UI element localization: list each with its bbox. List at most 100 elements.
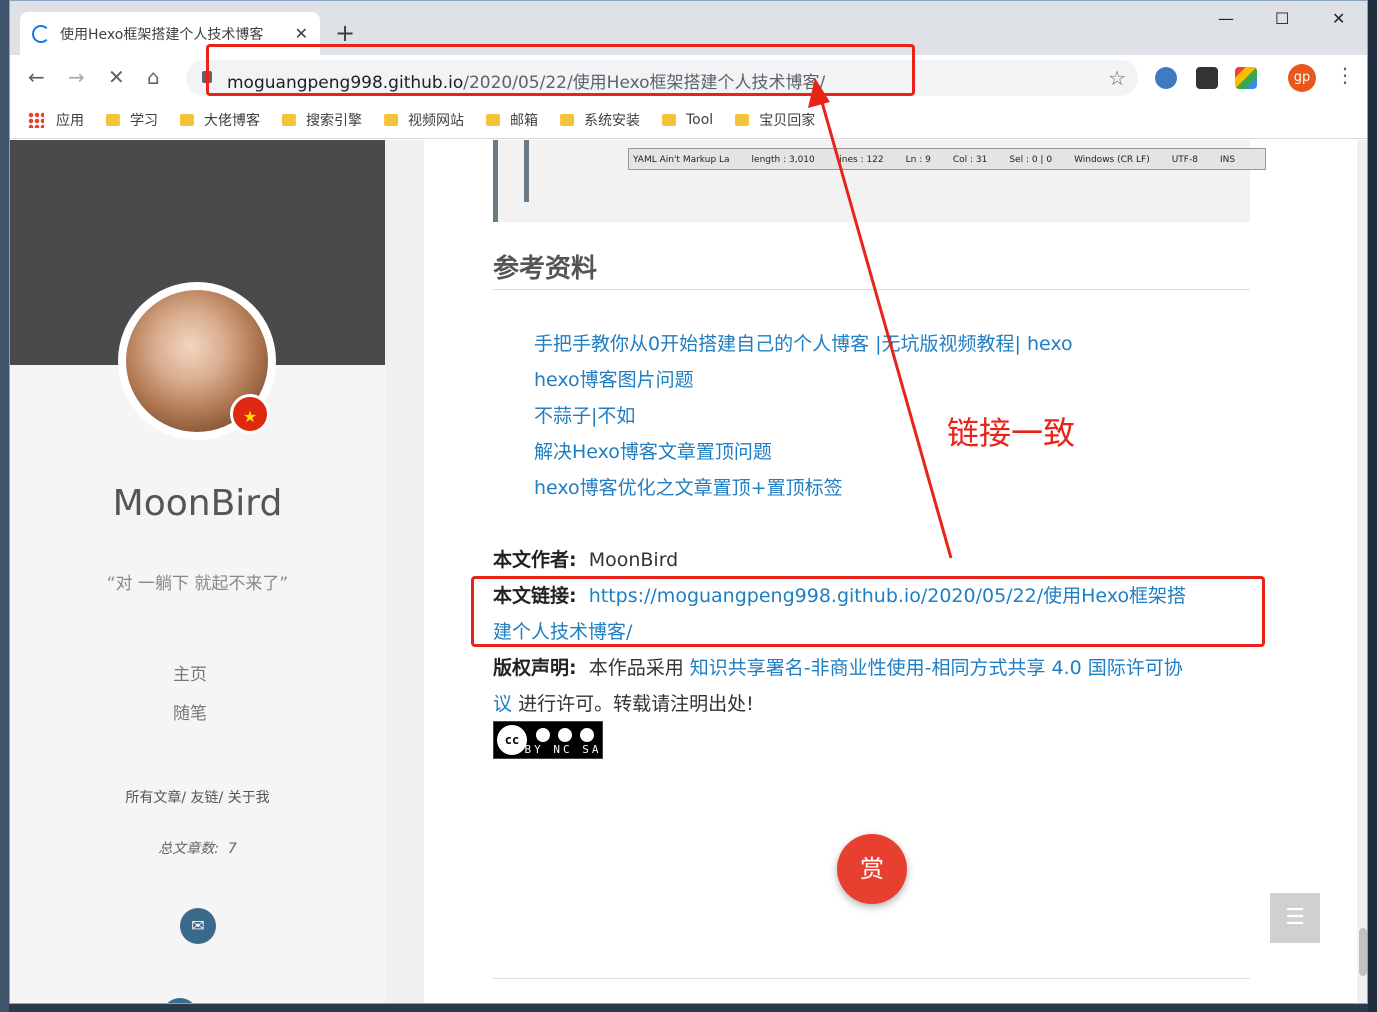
sidebar-links[interactable]: 所有文章/ 友链/ 关于我 (10, 787, 385, 807)
status-doc-type: YAML Ain't Markup La (633, 155, 730, 165)
status-length: length : 3,010 (751, 155, 815, 165)
annotation-box-url (206, 44, 915, 96)
bookmark-folder[interactable]: 宝贝回家 (735, 110, 815, 130)
bookmark-folder[interactable]: 学习 (106, 110, 158, 130)
license-link-continued[interactable]: 议 (493, 693, 512, 715)
folder-icon (662, 113, 676, 126)
bookmark-folder[interactable]: 大佬博客 (180, 110, 260, 130)
browser-window: 使用Hexo框架搭建个人技术博客 ✕ + — ☐ ✕ ← → ✕ ⌂ mogua… (9, 0, 1368, 1004)
bookmark-apps[interactable]: 应用 (28, 110, 84, 130)
email-icon[interactable]: ✉ (180, 908, 216, 944)
status-encoding: UTF-8 (1171, 155, 1198, 165)
bookmark-label: 搜索引擎 (306, 112, 362, 129)
copyright-label: 版权声明: (493, 657, 577, 679)
bookmark-label: 宝贝回家 (759, 112, 816, 129)
loading-spinner-icon (32, 24, 50, 43)
folder-icon (180, 113, 194, 126)
folder-icon (106, 113, 120, 126)
author-label: 本文作者: (493, 549, 577, 571)
reference-link[interactable]: hexo博客优化之文章置顶+置顶标签 (534, 473, 843, 500)
scrollbar-thumb[interactable] (1359, 928, 1367, 976)
bookmark-label: 视频网站 (408, 112, 464, 129)
folder-icon (735, 113, 750, 126)
forward-arrow-icon[interactable]: → (68, 65, 85, 89)
image-blockquote: YAML Ain't Markup La length : 3,010 lines … (493, 140, 1266, 222)
editor-statusbar-screenshot: YAML Ain't Markup La length : 3,010 lines … (628, 148, 1266, 170)
extension-icon[interactable] (1155, 67, 1177, 89)
annotation-box-permalink (471, 576, 1265, 647)
post-author: 本文作者: MoonBird (493, 545, 678, 572)
status-mode: INS (1219, 155, 1236, 165)
folder-icon (486, 113, 500, 126)
avatar[interactable]: ★ (118, 282, 276, 440)
minimize-button[interactable]: — (1218, 9, 1234, 28)
extension-colorful-icon[interactable] (1235, 67, 1257, 89)
article-content: YAML Ain't Markup La length : 3,010 lines … (424, 140, 1367, 1003)
copyright-suffix: 进行许可。转载请注明出处! (518, 693, 754, 715)
bookmark-label: 应用 (56, 112, 84, 129)
copyright-prefix: 本作品采用 (588, 657, 684, 679)
license-link[interactable]: 知识共享署名-非商业性使用-相同方式共享 4.0 国际许可协 (690, 657, 1183, 679)
reward-button[interactable]: 赏 (837, 834, 907, 904)
status-sel: Sel : 0 | 0 (1009, 155, 1053, 165)
status-eol: Windows (CR LF) (1074, 155, 1150, 165)
attribution-icon (534, 726, 552, 744)
toc-toggle-button[interactable]: ☰ (1270, 893, 1320, 943)
folder-icon (384, 113, 398, 126)
page-scrollbar[interactable] (1357, 140, 1367, 1003)
blockquote-bar (524, 140, 529, 202)
site-name[interactable]: MoonBird (10, 483, 385, 524)
desktop-background-right (1368, 0, 1377, 1012)
bookmark-folder[interactable]: Tool (662, 112, 713, 128)
status-col: Col : 31 (952, 155, 988, 165)
bookmark-star-icon[interactable]: ☆ (1108, 66, 1126, 90)
bookmark-label: Tool (686, 111, 714, 128)
reference-link[interactable]: 不蒜子|不如 (534, 401, 635, 428)
blog-sidebar: ★ MoonBird “对 一躺下 就起不来了” 主页 随笔 所有文章/ 友链/… (10, 140, 385, 1003)
noncommercial-icon (556, 726, 574, 744)
maximize-button[interactable]: ☐ (1275, 9, 1289, 28)
annotation-text: 链接一致 (947, 414, 1076, 452)
copyright-notice-continued: 议 进行许可。转载请注明出处! (493, 689, 754, 716)
copyright-notice: 版权声明: 本作品采用 知识共享署名-非商业性使用-相同方式共享 4.0 国际许… (493, 653, 1183, 680)
bookmarks-bar: 应用 学习 大佬博客 搜索引擎 视频网站 邮箱 系统安装 Tool 宝贝回家 (10, 101, 1367, 139)
reference-link[interactable]: 解决Hexo博客文章置顶问题 (534, 437, 772, 464)
web-page: ★ MoonBird “对 一躺下 就起不来了” 主页 随笔 所有文章/ 友链/… (10, 140, 1367, 1003)
status-ln: Ln : 9 (905, 155, 931, 165)
section-title: 参考资料 (493, 254, 598, 284)
tab-title: 使用Hexo框架搭建个人技术博客 (60, 26, 264, 43)
bookmark-folder[interactable]: 视频网站 (384, 110, 464, 130)
post-count: 总文章数: 7 (10, 838, 385, 858)
cc-logo-icon: cc (497, 725, 527, 755)
author-name: MoonBird (588, 549, 679, 571)
sharealike-icon (578, 726, 596, 744)
divider (493, 978, 1250, 979)
nav-home[interactable]: 主页 (10, 660, 370, 685)
bookmark-label: 大佬博客 (204, 112, 260, 129)
bookmark-folder[interactable]: 邮箱 (486, 110, 538, 130)
nav-essays[interactable]: 随笔 (10, 699, 370, 724)
back-arrow-icon[interactable]: ← (28, 65, 45, 89)
apps-grid-icon (28, 111, 44, 128)
blockquote-bar (493, 140, 498, 222)
new-tab-button[interactable]: + (335, 19, 355, 47)
folder-icon (560, 113, 574, 126)
bookmark-label: 学习 (130, 112, 158, 129)
china-flag-icon: ★ (230, 394, 270, 434)
bookmark-label: 系统安装 (584, 112, 640, 129)
cc-license-badge[interactable]: cc BY NC SA (493, 721, 603, 759)
bookmark-folder[interactable]: 系统安装 (560, 110, 640, 130)
reference-link[interactable]: hexo博客图片问题 (534, 365, 694, 392)
home-icon[interactable]: ⌂ (147, 65, 160, 89)
tab-close-icon[interactable]: ✕ (295, 24, 308, 43)
reference-link[interactable]: 手把手教你从0开始搭建自己的个人博客 |无坑版视频教程| hexo (534, 329, 1073, 356)
close-window-button[interactable]: ✕ (1332, 9, 1345, 28)
site-motto: “对 一躺下 就起不来了” (106, 574, 289, 594)
bookmark-folder[interactable]: 搜索引擎 (282, 110, 362, 130)
social-icon[interactable] (162, 998, 198, 1003)
cc-badge-text: BY NC SA (524, 743, 602, 756)
stop-loading-icon[interactable]: ✕ (108, 65, 125, 89)
extension-x-icon[interactable] (1196, 67, 1218, 89)
profile-avatar[interactable]: gp (1288, 64, 1316, 92)
menu-kebab-icon[interactable]: ⋮ (1335, 63, 1355, 87)
